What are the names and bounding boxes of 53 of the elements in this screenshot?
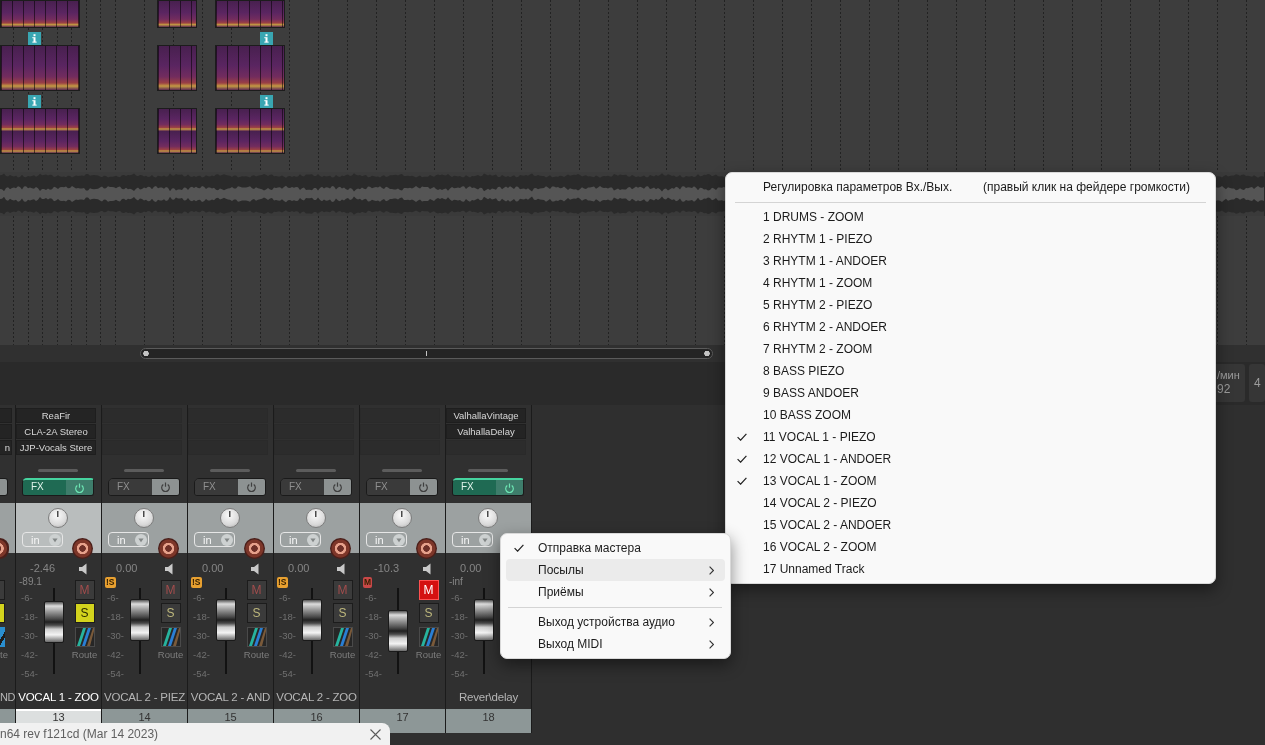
status-indicator: !S (277, 576, 288, 588)
status-indicator: !S (105, 576, 116, 588)
route-label: te (0, 649, 8, 660)
scale-label: -6- (106, 591, 120, 605)
scale-label: -42- (450, 648, 469, 662)
scale-label: -18- (364, 610, 383, 624)
volume-readout: 0.00 (201, 561, 225, 575)
scale-label: -54- (106, 667, 125, 681)
scale-label: -42- (364, 648, 383, 662)
menu-hint-text: (правый клик на фейдере громкости) (982, 179, 1190, 195)
track-name: VOCAL 2 - PIEZ (102, 690, 187, 705)
scale-label: -18- (192, 610, 211, 624)
track-name: VOCAL 2 - ZOO (275, 690, 358, 705)
track-name: Rever\delay (457, 690, 520, 705)
scale-label: -54- (450, 667, 469, 681)
status-indicator: M (363, 576, 373, 588)
volume-readout: -2.46 (29, 561, 57, 575)
status-indicator: !S (191, 576, 202, 588)
scale-label: -54- (278, 667, 297, 681)
scale-label: -42- (20, 648, 39, 662)
scale-label: -42- (106, 648, 125, 662)
scale-label: -54- (20, 667, 39, 681)
peak-readout: -inf (449, 576, 463, 588)
route-label: Route (243, 649, 270, 660)
scale-label: -6- (278, 591, 292, 605)
route-label: Route (157, 649, 184, 660)
side-panel: 4 (1249, 364, 1265, 402)
volume-readout: 0.00 (287, 561, 311, 575)
tempo-label: /мин (1217, 368, 1241, 382)
peak-readout: -89.1 (19, 576, 42, 588)
track-name: VOCAL 1 - ZOO (17, 690, 100, 705)
scale-label: -6- (192, 591, 206, 605)
scale-label: -6- (364, 591, 378, 605)
volume-readout: 0.00 (115, 561, 139, 575)
track-number: 18 (446, 709, 531, 733)
scale-label: -54- (192, 667, 211, 681)
scale-label: -54- (364, 667, 383, 681)
track-name: VOCAL 2 - AND (189, 690, 272, 705)
volume-readout: 0.00 (459, 561, 483, 575)
scale-label: -18- (20, 610, 39, 624)
scale-label: -18- (450, 610, 469, 624)
scale-label: -42- (192, 648, 211, 662)
route-label: Route (329, 649, 356, 660)
scale-label: -18- (106, 610, 125, 624)
scale-label: -6- (20, 591, 34, 605)
scale-label: -42- (278, 648, 297, 662)
scale-label: -6- (450, 591, 464, 605)
volume-readout: -10.3 (373, 561, 401, 575)
track-name: ND (0, 690, 15, 705)
route-label: Route (71, 649, 98, 660)
scale-label: -18- (278, 610, 297, 624)
route-label: Route (415, 649, 442, 660)
tempo-value: 92 (1217, 382, 1232, 396)
